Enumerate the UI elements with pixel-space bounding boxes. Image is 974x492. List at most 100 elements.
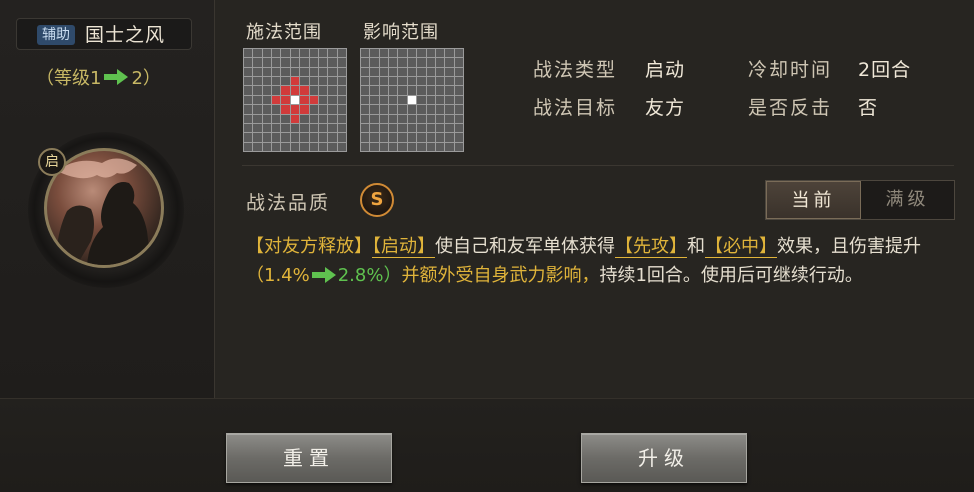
range-cell — [389, 142, 398, 151]
range-cell — [290, 67, 300, 77]
range-cell — [337, 105, 346, 114]
range-cell — [426, 86, 435, 95]
range-cell — [290, 114, 300, 123]
range-cell — [272, 67, 281, 77]
range-cell — [337, 114, 346, 123]
range-cell — [370, 142, 379, 151]
range-cell — [300, 142, 309, 151]
range-cell — [262, 58, 272, 67]
range-cell — [407, 123, 417, 133]
range-cell — [290, 95, 300, 105]
range-cell — [272, 142, 281, 151]
range-cell — [244, 123, 253, 133]
range-cell — [328, 58, 337, 67]
range-cell — [417, 114, 426, 123]
range-cell — [244, 114, 253, 123]
range-cell — [244, 49, 253, 58]
range-cell — [328, 77, 337, 86]
range-cell — [407, 95, 417, 105]
range-cell — [272, 86, 281, 95]
range-cell — [262, 105, 272, 114]
range-cell — [454, 133, 463, 142]
upgrade-button[interactable]: 升级 — [581, 433, 747, 483]
section-divider — [242, 165, 954, 166]
range-cell — [328, 142, 337, 151]
range-cell — [300, 67, 309, 77]
range-cell — [445, 77, 454, 86]
range-cell — [281, 123, 290, 133]
range-cell — [272, 58, 281, 67]
range-cell — [281, 67, 290, 77]
range-cell — [445, 123, 454, 133]
skill-description: 【对友方释放】【启动】使自己和友军单体获得【先攻】和【必中】效果，且伤害提升 （1… — [246, 232, 952, 290]
range-cell — [244, 95, 253, 105]
range-cell — [309, 95, 318, 105]
skill-quality-label: 战法品质 — [246, 192, 331, 214]
range-cell — [328, 105, 337, 114]
range-cell — [262, 86, 272, 95]
range-cell — [281, 86, 290, 95]
range-cell — [253, 86, 262, 95]
counterattack-value: 否 — [858, 97, 879, 119]
range-cell — [337, 67, 346, 77]
range-cell — [407, 114, 417, 123]
range-cell — [370, 123, 379, 133]
range-cell — [290, 105, 300, 114]
range-cell — [417, 133, 426, 142]
range-cell — [370, 95, 379, 105]
range-cell — [445, 133, 454, 142]
range-cell — [407, 105, 417, 114]
range-cell — [318, 67, 328, 77]
trigger-type-badge: 启 — [38, 148, 66, 176]
range-cell — [309, 86, 318, 95]
range-cell — [281, 105, 290, 114]
range-cell — [328, 86, 337, 95]
range-cell — [379, 142, 389, 151]
range-cell — [318, 142, 328, 151]
range-cell — [379, 114, 389, 123]
range-cell — [454, 114, 463, 123]
desc-text-4: 并额外受自身武力影响， — [401, 265, 600, 286]
quality-grade-badge: S — [360, 183, 394, 217]
range-cell — [407, 67, 417, 77]
range-cell — [281, 95, 290, 105]
skill-summary-panel: 辅助 国士之风 （等级1 2） 启 — [0, 0, 215, 398]
range-cell — [281, 133, 290, 142]
range-cell — [337, 95, 346, 105]
cooldown-value: 2回合 — [858, 59, 912, 81]
range-cell — [262, 133, 272, 142]
range-cell — [309, 77, 318, 86]
desc-tag-friendly: 【对友方释放】 — [246, 236, 372, 257]
range-cell — [300, 77, 309, 86]
tab-current-level[interactable]: 当前 — [766, 181, 861, 219]
range-cell — [426, 133, 435, 142]
range-cell — [417, 58, 426, 67]
desc-keyword-activate[interactable]: 【启动】 — [372, 236, 435, 258]
range-cell — [272, 105, 281, 114]
desc-text-3: 效果，且伤害提升 — [777, 236, 921, 257]
reset-button[interactable]: 重置 — [226, 433, 392, 483]
range-cell — [389, 86, 398, 95]
range-cell — [389, 77, 398, 86]
range-cell — [262, 77, 272, 86]
desc-keyword-first-strike[interactable]: 【先攻】 — [615, 236, 687, 258]
range-cell — [281, 142, 290, 151]
range-cell — [407, 142, 417, 151]
range-cell — [318, 114, 328, 123]
range-cell — [389, 123, 398, 133]
skill-target-value: 友方 — [645, 97, 686, 119]
range-cell — [417, 77, 426, 86]
range-cell — [262, 114, 272, 123]
range-cell — [361, 58, 370, 67]
range-cell — [435, 114, 445, 123]
range-cell — [454, 95, 463, 105]
range-cell — [417, 105, 426, 114]
range-cell — [337, 49, 346, 58]
range-cell — [445, 95, 454, 105]
desc-keyword-sure-hit[interactable]: 【必中】 — [705, 236, 777, 258]
tab-max-level[interactable]: 满级 — [861, 181, 954, 219]
range-cell — [262, 49, 272, 58]
range-cell — [426, 105, 435, 114]
skill-type-label: 战法类型 — [533, 59, 618, 81]
range-cell — [379, 49, 389, 58]
